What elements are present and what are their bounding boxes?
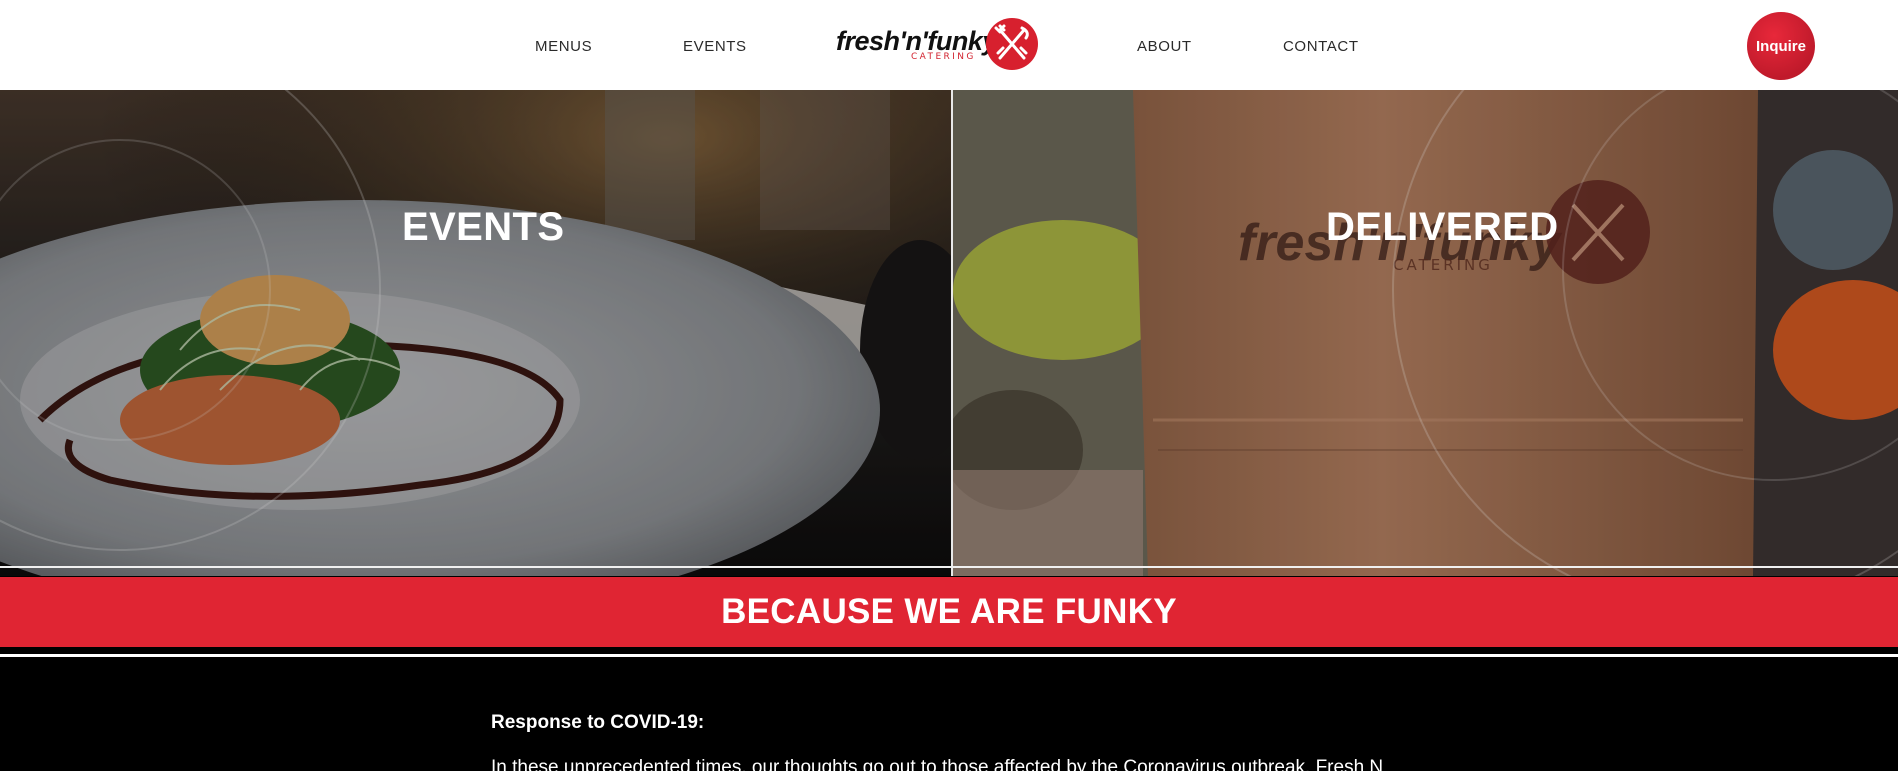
fork-knife-badge-icon [986, 18, 1038, 70]
inquire-button[interactable]: Inquire [1747, 12, 1815, 80]
site-logo[interactable]: fresh'n'funky CATERING [836, 18, 1038, 72]
hero-bottom-rule [0, 566, 1898, 568]
events-panel[interactable]: EVENTS [0, 90, 951, 576]
delivered-photo: fresh'n'funky CATERING [953, 90, 1898, 576]
tagline-banner: BECAUSE WE ARE FUNKY [0, 577, 1898, 647]
delivered-title[interactable]: DELIVERED [1326, 205, 1559, 250]
nav-contact-link[interactable]: CONTACT [1283, 38, 1359, 55]
site-header: MENUS EVENTS fresh'n'funky CATERING ABOU… [0, 0, 1898, 90]
delivered-panel[interactable]: fresh'n'funky CATERING DELIVERED [953, 90, 1898, 576]
nav-menus-link[interactable]: MENUS [535, 38, 592, 55]
logo-subtitle: CATERING [911, 52, 976, 62]
events-photo [0, 90, 951, 576]
nav-about-link[interactable]: ABOUT [1137, 38, 1192, 55]
events-title[interactable]: EVENTS [402, 205, 564, 250]
covid-heading: Response to COVID-19: [491, 712, 705, 733]
covid-section: Response to COVID-19: In these unprecede… [0, 657, 1898, 771]
nav-events-link[interactable]: EVENTS [683, 38, 747, 55]
covid-paragraph: In these unprecedented times, our though… [491, 757, 1384, 771]
tagline-text: BECAUSE WE ARE FUNKY [721, 592, 1177, 631]
